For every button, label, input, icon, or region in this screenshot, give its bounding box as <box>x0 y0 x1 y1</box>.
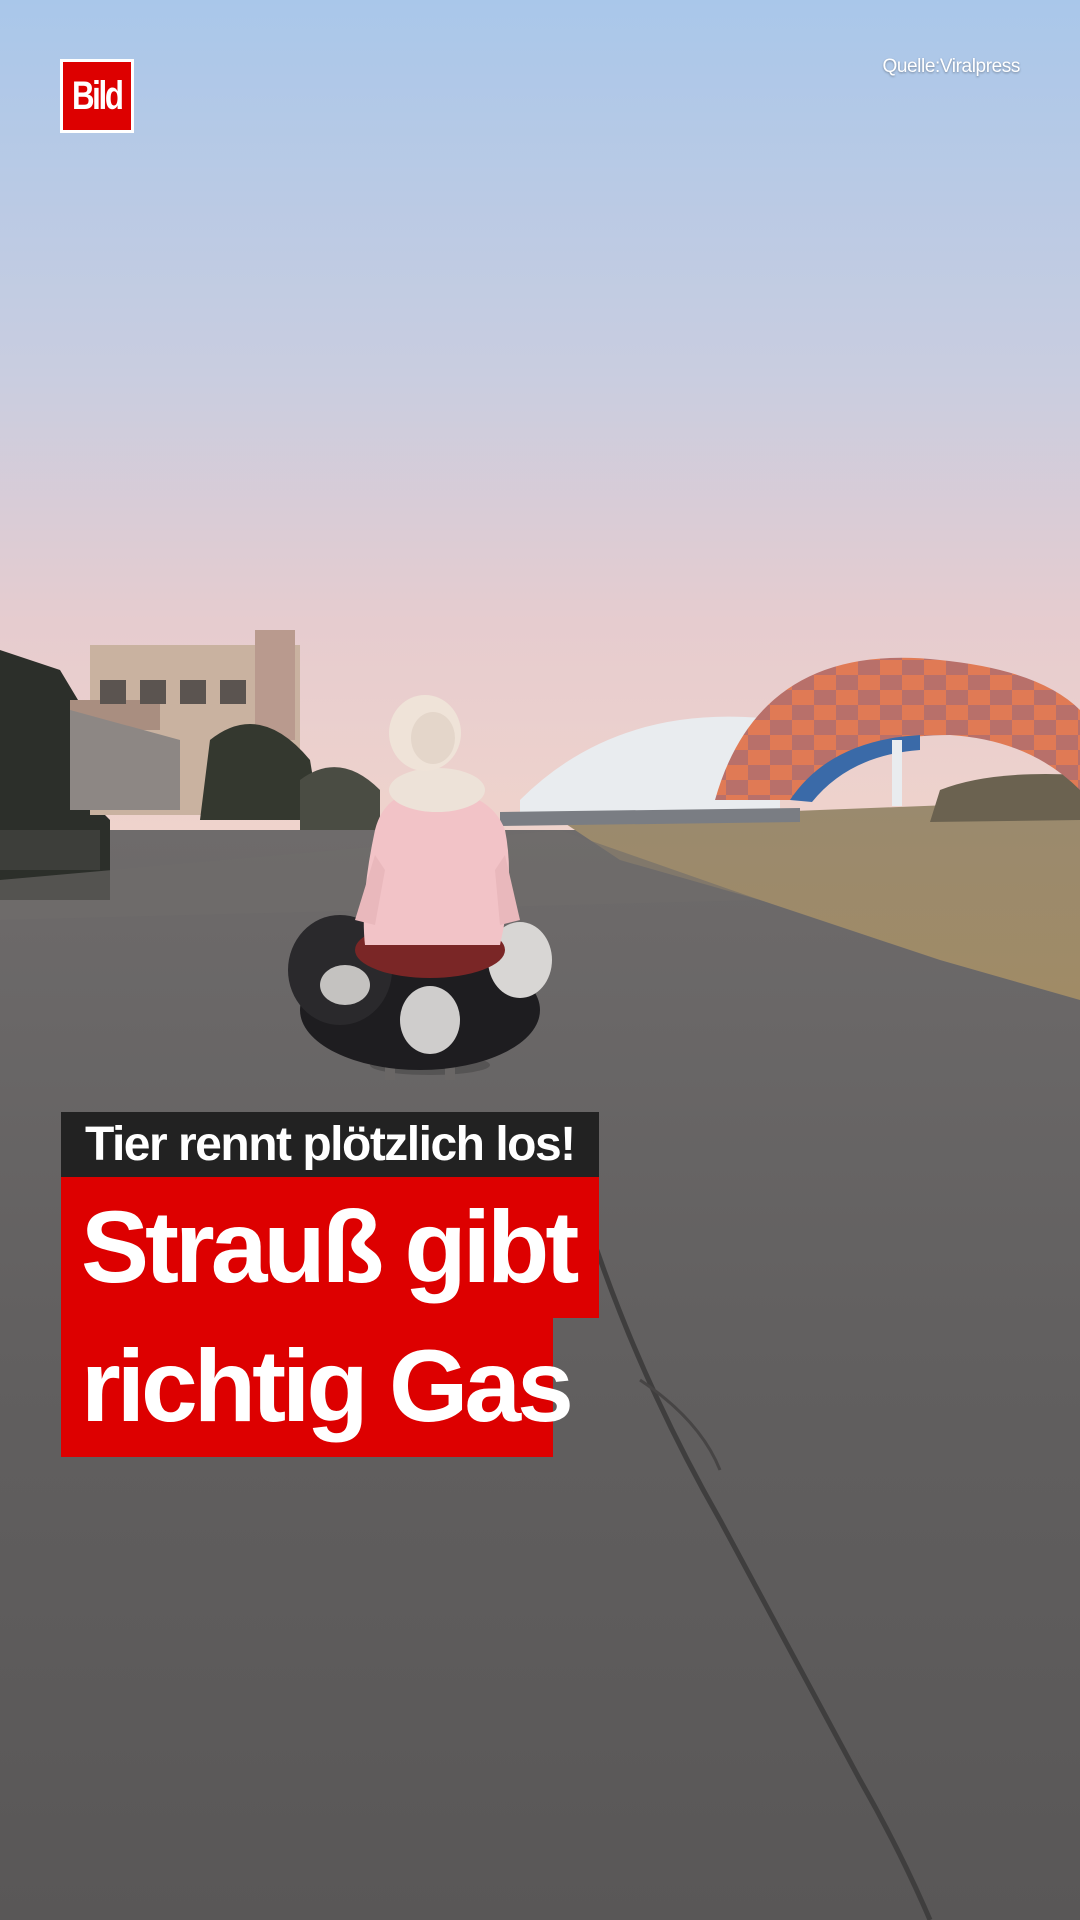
source-credit: Quelle:Viralpress <box>882 56 1020 77</box>
bild-logo: Bild <box>60 59 134 133</box>
headline-line-2: richtig Gas <box>61 1316 574 1457</box>
headline-line-1: Strauß gibt <box>61 1177 599 1318</box>
kicker-headline: Tier rennt plötzlich los! <box>61 1112 599 1178</box>
video-frame: Bild Quelle:Viralpress Tier rennt plötzl… <box>0 0 1080 1920</box>
background-photo <box>0 0 1080 1920</box>
bild-logo-text: Bild <box>72 74 124 118</box>
